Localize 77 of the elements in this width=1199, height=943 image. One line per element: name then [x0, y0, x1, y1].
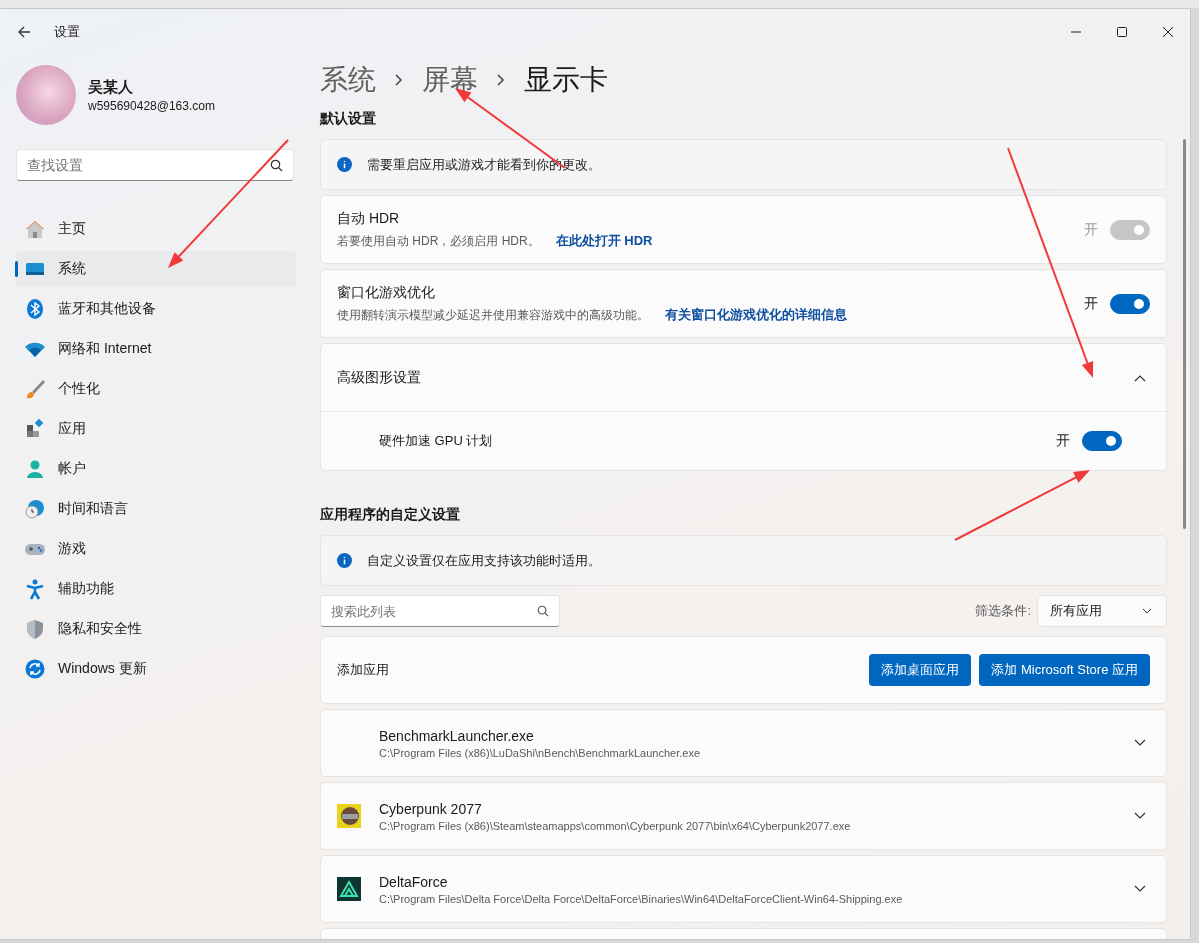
app-path: C:\Program Files (x86)\Steam\steamapps\common\Cyberpunk 2077\bin\x64\Cyberpunk2077.exe	[379, 819, 852, 832]
toggle-state-label: 开	[1084, 220, 1098, 239]
chevron-right-icon	[394, 73, 404, 87]
brush-icon	[24, 378, 46, 400]
option-label: 硬件加速 GPU 计划	[379, 432, 494, 450]
notice-text: 需要重启应用或游戏才能看到你的更改。	[367, 155, 601, 174]
chevron-down-icon	[1142, 608, 1152, 614]
search-field[interactable]: 查找设置	[16, 149, 294, 181]
chevron-down-icon[interactable]	[1134, 812, 1146, 820]
breadcrumb-item: 显示卡	[524, 63, 608, 97]
app-row[interactable]: DeltaForce C:\Program Files\Delta Force\Delta Force\DeltaForce\Binaries\Win64\DeltaForceClient-Win64-Shipping.exe	[320, 855, 1167, 923]
app-name: Cyberpunk 2077	[379, 800, 483, 817]
add-app-button[interactable]: 添加 Microsoft Store 应用	[979, 654, 1150, 686]
list-search-field[interactable]: 搜索此列表	[320, 595, 560, 627]
expander-header[interactable]: 高级图形设置	[321, 344, 1166, 412]
chevron-down-icon[interactable]	[1134, 885, 1146, 893]
user-email: w595690428@163.com	[88, 98, 215, 113]
close-icon[interactable]	[1162, 26, 1174, 38]
toggle-state-label: 开	[1084, 294, 1098, 313]
nav-item[interactable]: 蓝牙和其他设备	[16, 291, 296, 327]
section-heading: 应用程序的自定义设置	[320, 506, 461, 524]
clock-icon	[24, 498, 46, 520]
nav-item[interactable]: Windows 更新	[16, 651, 296, 687]
section-heading: 默认设置	[320, 110, 377, 128]
window-title: 设置	[54, 23, 80, 41]
bluetooth-icon	[24, 298, 46, 320]
expander-title: 高级图形设置	[337, 368, 421, 387]
nav-item[interactable]: 时间和语言	[16, 491, 296, 527]
nav-item[interactable]: 辅助功能	[16, 571, 296, 607]
accessibility-icon	[24, 578, 46, 600]
shield-icon	[24, 618, 46, 640]
breadcrumb-item[interactable]: 系统	[320, 61, 376, 99]
maximize-icon[interactable]	[1116, 26, 1128, 38]
info-icon	[337, 157, 352, 172]
notice-text: 自定义设置仅在应用支持该功能时适用。	[367, 551, 601, 570]
filter-dropdown[interactable]: 所有应用	[1037, 595, 1167, 627]
nav-item[interactable]: 帐户	[16, 451, 296, 487]
scrollbar[interactable]	[1183, 139, 1186, 529]
toggle-state-label: 开	[1056, 432, 1070, 450]
add-app-label: 添加应用	[337, 661, 390, 679]
app-icon	[337, 804, 361, 828]
setting-description: 使用翻转演示模型减少延迟并使用兼容游戏中的高级功能。	[337, 307, 649, 322]
app-name: BenchmarkLauncher.exe	[379, 727, 535, 744]
setting-link[interactable]: 有关窗口化游戏优化的详细信息	[665, 306, 847, 322]
app-row[interactable]: BenchmarkLauncher.exe C:\Program Files (x86)\LuDaShi\nBench\BenchmarkLauncher.exe	[320, 709, 1167, 777]
chevron-down-icon[interactable]	[1134, 739, 1146, 747]
user-name: 吴某人	[88, 77, 134, 97]
search-icon	[537, 605, 549, 617]
nav-item[interactable]: 网络和 Internet	[16, 331, 296, 367]
app-path: C:\Program Files (x86)\LuDaShi\nBench\BenchmarkLauncher.exe	[379, 746, 701, 759]
app-name: DeltaForce	[379, 873, 449, 890]
nav-item[interactable]: 隐私和安全性	[16, 611, 296, 647]
toggle-switch[interactable]	[1082, 431, 1122, 451]
app-icon	[337, 877, 361, 901]
home-icon	[24, 218, 46, 240]
update-icon	[24, 658, 46, 680]
account-icon	[24, 458, 46, 480]
avatar-picture	[16, 65, 76, 125]
chevron-right-icon	[496, 73, 506, 87]
filter-label: 筛选条件:	[975, 602, 1031, 620]
nav-item[interactable]: 游戏	[16, 531, 296, 567]
app-path: C:\Program Files\Delta Force\Delta Force\DeltaForce\Binaries\Win64\DeltaForceClient-Win64-Shipping.exe	[379, 892, 904, 905]
info-icon	[337, 553, 352, 568]
setting-title: 自动 HDR	[337, 209, 401, 228]
back-arrow-icon[interactable]	[16, 24, 32, 40]
search-icon	[270, 159, 283, 172]
nav-item[interactable]: 主页	[16, 211, 296, 247]
apps-icon	[24, 418, 46, 440]
app-row[interactable]: Cyberpunk 2077 C:\Program Files (x86)\Steam\steamapps\common\Cyberpunk 2077\bin\x64\Cyberpunk2077.exe	[320, 782, 1167, 850]
add-app-button[interactable]: 添加桌面应用	[869, 654, 972, 686]
setting-title: 窗口化游戏优化	[337, 283, 436, 302]
breadcrumb-item[interactable]: 屏幕	[422, 61, 478, 99]
setting-description: 若要使用自动 HDR，必须启用 HDR。	[337, 233, 540, 248]
nav-item[interactable]: 系统	[16, 251, 296, 287]
toggle-switch[interactable]	[1110, 293, 1150, 314]
nav-item[interactable]: 个性化	[16, 371, 296, 407]
nav-item[interactable]: 应用	[16, 411, 296, 447]
